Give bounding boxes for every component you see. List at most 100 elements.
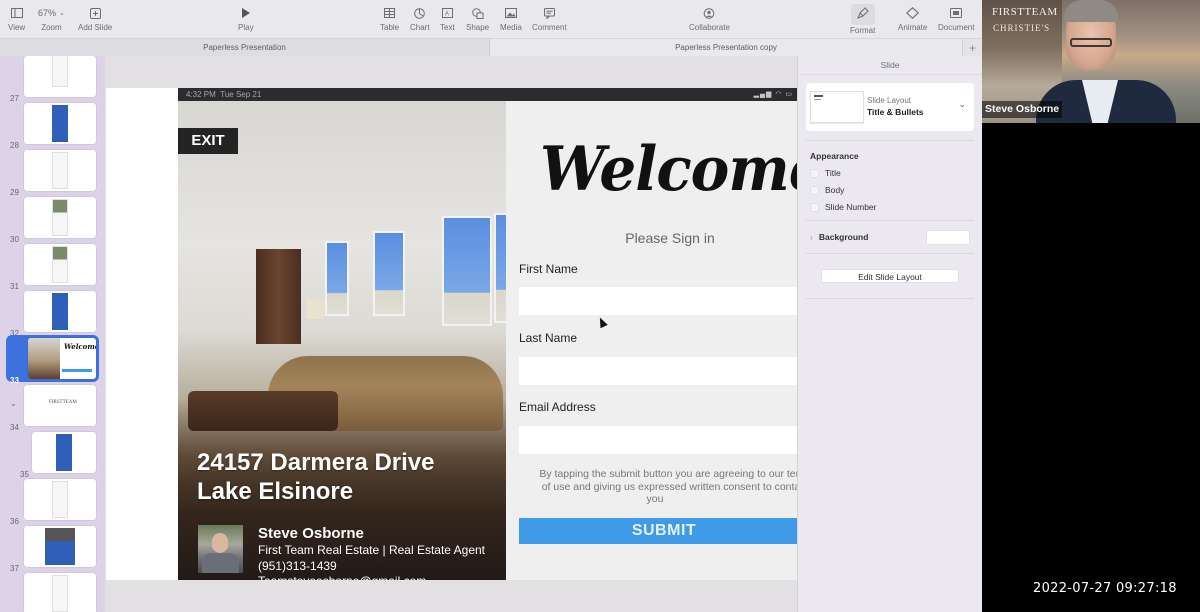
status-icons: ▂▄▆ ◠ ▭ bbox=[753, 91, 793, 98]
checkbox-icon[interactable] bbox=[810, 168, 819, 178]
chevron-down-icon: ⌄ bbox=[958, 99, 966, 109]
comment-button[interactable]: Comment bbox=[532, 6, 567, 32]
appearance-heading: Appearance bbox=[810, 151, 859, 161]
email-field[interactable] bbox=[519, 426, 797, 454]
shape-icon bbox=[471, 6, 484, 20]
background-disclosure[interactable]: › Background bbox=[810, 232, 868, 242]
divider bbox=[806, 220, 974, 221]
slide-number: 27 bbox=[10, 94, 19, 103]
agent-email: Teamsteveosborne@gmail.com bbox=[258, 574, 485, 580]
plus-icon: + bbox=[968, 40, 976, 55]
image-icon bbox=[504, 6, 517, 20]
text-button[interactable]: A Text bbox=[440, 6, 455, 32]
media-button[interactable]: Media bbox=[500, 6, 522, 32]
inspector-title: Slide bbox=[798, 56, 982, 75]
slide-thumbnail-35[interactable]: 35 bbox=[0, 432, 105, 479]
slide-number: 35 bbox=[20, 470, 29, 479]
slide-number: 34 bbox=[10, 423, 19, 432]
chart-icon bbox=[414, 6, 426, 20]
slide-thumbnail-37[interactable]: 37 bbox=[0, 526, 105, 573]
video-feed: FIRSTTEAM CHRISTIE'S Steve Osborne bbox=[982, 0, 1200, 123]
slide-thumbnail-28[interactable]: 28 bbox=[0, 103, 105, 150]
agent-phone: (951)313-1439 bbox=[258, 558, 337, 573]
first-name-label: First Name bbox=[519, 262, 578, 276]
recording-timestamp: 2022-07-27 09:27:18 bbox=[1033, 581, 1177, 596]
table-icon bbox=[384, 6, 396, 20]
zoom-value: 67% bbox=[38, 8, 57, 18]
slide-canvas[interactable]: 4:32 PM Tue Sep 21 ▂▄▆ ◠ ▭ EXIT 24157 Da… bbox=[105, 56, 797, 612]
format-inspector: Slide Slide Layout Title & Bullets ⌄ App… bbox=[797, 56, 982, 612]
slide-navigator: 27 28 29 30 31 32 Welcome 33 ⌄ FIRSTTEAM… bbox=[0, 56, 105, 612]
slide-thumbnail-34[interactable]: ⌄ FIRSTTEAM 34 bbox=[0, 385, 105, 432]
exit-button[interactable]: EXIT bbox=[178, 128, 238, 154]
slide-number-checkbox[interactable]: Slide Number bbox=[810, 202, 877, 212]
divider bbox=[806, 140, 974, 141]
tab-paperless-presentation-copy[interactable]: Paperless Presentation copy bbox=[490, 39, 962, 56]
zoom-button[interactable]: 67% ⌄ Zoom bbox=[38, 6, 65, 32]
slide-thumbnail-31[interactable]: 31 bbox=[0, 244, 105, 291]
slide-thumbnail-38[interactable]: 38 bbox=[0, 573, 105, 612]
property-address: 24157 Darmera Drive Lake Elsinore bbox=[197, 449, 435, 505]
slide-thumbnail-27[interactable]: 27 bbox=[0, 56, 105, 103]
ipad-screenshot: 4:32 PM Tue Sep 21 ▂▄▆ ◠ ▭ EXIT 24157 Da… bbox=[178, 88, 797, 580]
plus-square-icon bbox=[89, 6, 101, 20]
svg-text:A: A bbox=[445, 12, 449, 18]
slide-number: 28 bbox=[10, 141, 19, 150]
keynote-window: View 67% ⌄ Zoom Add Slide Play Table Cha… bbox=[0, 0, 982, 612]
collaborate-button[interactable]: Collaborate bbox=[689, 6, 730, 32]
document-button[interactable]: Document bbox=[938, 6, 974, 32]
toolbar: View 67% ⌄ Zoom Add Slide Play Table Cha… bbox=[0, 0, 982, 38]
shape-button[interactable]: Shape bbox=[466, 6, 489, 32]
agent-info: Steve Osborne First Team Real Estate | R… bbox=[258, 525, 485, 580]
document-icon bbox=[950, 6, 963, 20]
divider bbox=[806, 253, 974, 254]
text-box-icon: A bbox=[441, 6, 453, 20]
format-button[interactable]: Format bbox=[850, 4, 875, 35]
agent-title: First Team Real Estate | Real Estate Age… bbox=[258, 543, 486, 557]
checkbox-icon[interactable] bbox=[810, 185, 819, 195]
last-name-field[interactable] bbox=[519, 357, 797, 385]
slide-number: 37 bbox=[10, 564, 19, 573]
slide-number: 30 bbox=[10, 235, 19, 244]
last-name-label: Last Name bbox=[519, 331, 578, 345]
play-button[interactable]: Play bbox=[238, 6, 254, 32]
layout-thumbnail bbox=[810, 91, 864, 123]
slide-thumbnail-32[interactable]: 32 bbox=[0, 291, 105, 338]
sign-in-form: Welcome Please Sign in First Name Last N… bbox=[506, 101, 797, 580]
slide-number: 33 bbox=[10, 376, 19, 385]
first-name-field[interactable] bbox=[519, 287, 797, 315]
view-button[interactable]: View bbox=[8, 6, 25, 32]
title-checkbox[interactable]: Title bbox=[810, 168, 841, 178]
tab-bar: Paperless Presentation Paperless Present… bbox=[0, 38, 982, 56]
firstteam-logo: FIRSTTEAM bbox=[992, 6, 1058, 18]
add-slide-button[interactable]: Add Slide bbox=[78, 6, 112, 32]
agent-name: Steve Osborne bbox=[258, 525, 364, 542]
slide-layout-selector[interactable]: Slide Layout Title & Bullets ⌄ bbox=[806, 83, 974, 131]
animate-button[interactable]: Animate bbox=[898, 6, 927, 32]
body-checkbox[interactable]: Body bbox=[810, 185, 844, 195]
play-icon bbox=[241, 6, 251, 20]
slide-33[interactable]: 4:32 PM Tue Sep 21 ▂▄▆ ◠ ▭ EXIT 24157 Da… bbox=[106, 88, 797, 580]
slide-thumbnail-33[interactable]: Welcome 33 bbox=[0, 335, 105, 385]
slide-thumbnail-30[interactable]: 30 bbox=[0, 197, 105, 244]
slide-number: 31 bbox=[10, 282, 19, 291]
edit-slide-layout-button[interactable]: Edit Slide Layout bbox=[821, 269, 959, 283]
new-tab-button[interactable]: + bbox=[962, 39, 982, 56]
slide-number: 36 bbox=[10, 517, 19, 526]
sidebar-icon bbox=[10, 6, 23, 20]
ipad-status-bar: 4:32 PM Tue Sep 21 ▂▄▆ ◠ ▭ bbox=[178, 88, 797, 101]
disclosure-chevron-icon[interactable]: ⌄ bbox=[10, 399, 17, 408]
checkbox-icon[interactable] bbox=[810, 202, 819, 212]
slide-thumbnail-36[interactable]: 36 bbox=[0, 479, 105, 526]
background-color-well[interactable] bbox=[926, 230, 970, 245]
living-room-photo: EXIT 24157 Darmera Drive Lake Elsinore S… bbox=[178, 101, 506, 580]
consent-text: By tapping the submit button you are agr… bbox=[539, 468, 797, 505]
slide-thumbnail-29[interactable]: 29 bbox=[0, 150, 105, 197]
agent-avatar bbox=[198, 525, 243, 573]
chevron-down-icon: ⌄ bbox=[59, 10, 65, 17]
table-button[interactable]: Table bbox=[380, 6, 399, 32]
submit-button[interactable]: SUBMIT bbox=[519, 518, 797, 544]
tab-paperless-presentation[interactable]: Paperless Presentation bbox=[0, 39, 490, 56]
chart-button[interactable]: Chart bbox=[410, 6, 430, 32]
christies-logo: CHRISTIE'S bbox=[993, 23, 1051, 33]
